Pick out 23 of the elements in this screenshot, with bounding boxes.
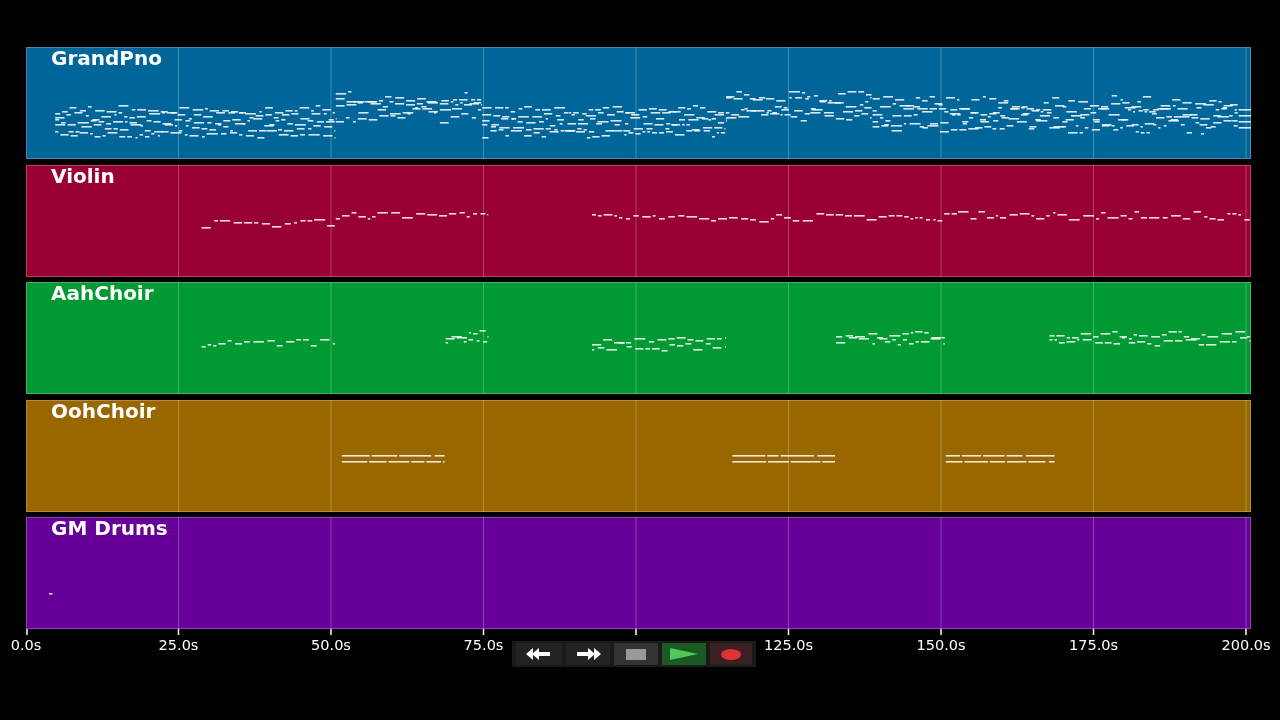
axis-label: 200.0s — [1221, 637, 1271, 653]
track-name: OohChoir — [51, 398, 156, 423]
track-name: AahChoir — [51, 281, 154, 305]
axis-label: 75.0s — [463, 637, 504, 653]
axis-label: 25.0s — [158, 637, 199, 653]
play-button[interactable] — [662, 643, 706, 665]
axis-label: 150.0s — [916, 637, 966, 653]
axis-label: 175.0s — [1068, 637, 1119, 653]
rewind-button[interactable] — [516, 643, 562, 665]
record-icon — [721, 648, 741, 660]
record-button[interactable] — [710, 643, 752, 665]
rewind-icon — [526, 648, 552, 660]
fast-forward-button[interactable] — [566, 643, 610, 665]
axis-label: 50.0s — [311, 637, 351, 653]
stop-icon — [626, 648, 646, 660]
track-name: GM Drums — [51, 516, 168, 540]
axis-label: 0.0s — [10, 637, 42, 653]
track-name: Violin — [51, 163, 115, 188]
axis-label: 125.0s — [763, 637, 814, 653]
fast-forward-icon — [575, 648, 601, 660]
play-icon — [670, 648, 698, 660]
stop-button[interactable] — [614, 643, 658, 665]
track-name: GrandPno — [51, 46, 162, 70]
